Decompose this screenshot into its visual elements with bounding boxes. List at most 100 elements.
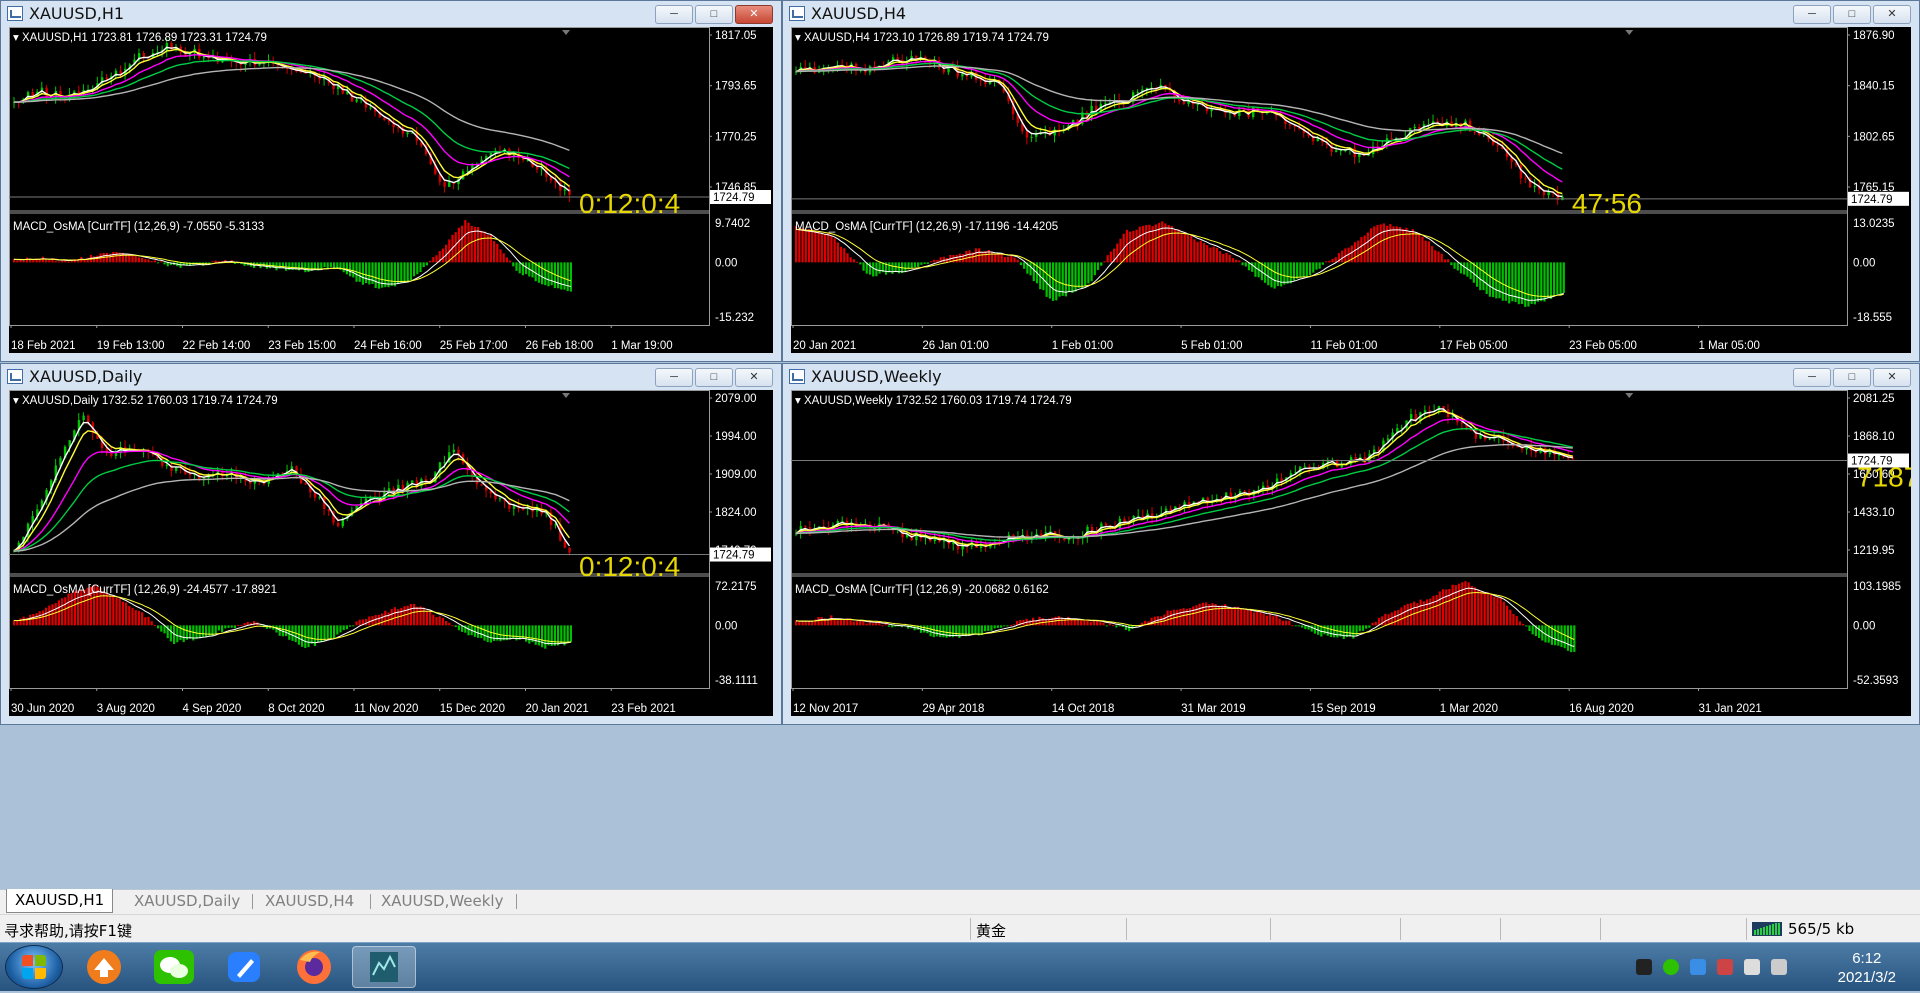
status-profile[interactable]: 黄金 <box>976 920 1006 941</box>
chart-header-ohlc: ▾ XAUUSD,H1 1723.81 1726.89 1723.31 1724… <box>13 32 267 44</box>
chart-window-weekly[interactable]: XAUUSD,Weekly ─ □ ✕ ▾ XAUUSD,Weekly 1732… <box>782 363 1920 725</box>
time-axis-label: 18 Feb 2021 <box>11 340 76 352</box>
time-axis-label: 1 Mar 2020 <box>1440 703 1498 715</box>
time-axis-label: 3 Aug 2020 <box>97 703 155 715</box>
chart-window-icon <box>789 6 805 21</box>
macd-scale-label: 0.00 <box>715 257 737 269</box>
close-button[interactable]: ✕ <box>1873 5 1911 24</box>
tab-xauusd-h4[interactable]: XAUUSD,H4 <box>257 890 362 912</box>
time-axis-label: 17 Feb 05:00 <box>1440 340 1508 352</box>
macd-scale-label: -15.232 <box>715 312 754 324</box>
tab-separator <box>252 894 253 909</box>
taskbar-firefox-icon[interactable] <box>282 946 346 988</box>
close-button[interactable]: ✕ <box>1873 368 1911 387</box>
time-axis-label: 16 Aug 2020 <box>1569 703 1634 715</box>
qq-tray-icon[interactable] <box>1636 959 1652 975</box>
clock-time: 6:12 <box>1852 950 1882 967</box>
price-scale-label: 1433.10 <box>1853 507 1895 519</box>
price-scale-label: 1802.65 <box>1853 131 1895 143</box>
macd-header: MACD_OsMA [CurrTF] (12,26,9) -20.0682 0.… <box>795 584 1049 596</box>
price-scale-label: 1994.00 <box>715 431 757 443</box>
window-titlebar[interactable]: XAUUSD,H4 ─ □ ✕ <box>783 1 1919 27</box>
chart-window-h4[interactable]: XAUUSD,H4 ─ □ ✕ ▾ XAUUSD,H4 1723.10 1726… <box>782 0 1920 362</box>
tab-xauusd-h1[interactable]: XAUUSD,H1 <box>6 889 114 913</box>
bar-countdown-timer: 47:56 <box>1572 188 1642 219</box>
taskbar-mt4-terminal-icon[interactable] <box>352 946 416 988</box>
macd-scale-label: 0.00 <box>1853 257 1875 269</box>
minimize-button[interactable]: ─ <box>1793 368 1831 387</box>
chart-window-icon <box>7 6 23 21</box>
window-titlebar[interactable]: XAUUSD,Daily ─ □ ✕ <box>1 364 781 390</box>
signal-tray-icon[interactable] <box>1771 959 1787 975</box>
minimize-button[interactable]: ─ <box>655 368 693 387</box>
price-scale-label: 1770.25 <box>715 131 757 143</box>
maximize-button[interactable]: □ <box>1833 368 1871 387</box>
tab-separator <box>370 894 371 909</box>
taskbar-feishu-icon[interactable] <box>212 946 276 988</box>
volume-tray-icon[interactable] <box>1744 959 1760 975</box>
taskbar-folder-app-icon[interactable] <box>72 946 136 988</box>
traffic-status: 565/5 kb <box>1788 920 1855 938</box>
current-price-label: 1724.79 <box>1851 194 1893 206</box>
time-axis-label: 23 Feb 2021 <box>611 703 676 715</box>
price-scale-label: 1219.95 <box>1853 545 1895 557</box>
macd-scale-label: 72.2175 <box>715 581 757 593</box>
time-axis-label: 1 Feb 01:00 <box>1052 340 1113 352</box>
tab-xauusd-weekly[interactable]: XAUUSD,Weekly <box>373 890 511 912</box>
chart-area[interactable]: ▾ XAUUSD,Weekly 1732.52 1760.03 1719.74 … <box>791 390 1911 716</box>
start-orb-button[interactable] <box>6 946 62 988</box>
time-axis-label: 29 Apr 2018 <box>922 703 984 715</box>
time-axis-label: 11 Nov 2020 <box>354 703 418 715</box>
tab-separator <box>516 894 517 909</box>
time-axis-label: 23 Feb 15:00 <box>268 340 336 352</box>
close-button[interactable]: ✕ <box>735 5 773 24</box>
macd-scale-label: 13.0235 <box>1853 218 1895 230</box>
macd-header: MACD_OsMA [CurrTF] (12,26,9) -7.0550 -5.… <box>13 221 264 233</box>
security-tray-icon[interactable] <box>1690 959 1706 975</box>
connection-status-icon <box>1752 922 1782 936</box>
price-scale-label: 1817.05 <box>715 30 757 42</box>
time-axis-label: 11 Feb 01:00 <box>1310 340 1377 352</box>
maximize-button[interactable]: □ <box>695 368 733 387</box>
window-titlebar[interactable]: XAUUSD,H1 ─ □ ✕ <box>1 1 781 27</box>
time-axis-label: 31 Mar 2019 <box>1181 703 1246 715</box>
bar-countdown-timer: 7187:56 <box>1857 462 1911 493</box>
time-axis-label: 15 Dec 2020 <box>440 703 505 715</box>
maximize-button[interactable]: □ <box>1833 5 1871 24</box>
window-titlebar[interactable]: XAUUSD,Weekly ─ □ ✕ <box>783 364 1919 390</box>
chart-area[interactable]: ▾ XAUUSD,Daily 1732.52 1760.03 1719.74 1… <box>9 390 773 716</box>
window-title: XAUUSD,H1 <box>29 4 125 23</box>
close-button[interactable]: ✕ <box>735 368 773 387</box>
minimize-button[interactable]: ─ <box>1793 5 1831 24</box>
macd-scale-label: 103.1985 <box>1853 581 1901 593</box>
taskbar-wechat-icon[interactable] <box>142 946 206 988</box>
chart-header-ohlc: ▾ XAUUSD,Daily 1732.52 1760.03 1719.74 1… <box>13 395 278 407</box>
windows-taskbar: 6:12 2021/3/2 <box>0 942 1920 991</box>
chart-window-icon <box>7 369 23 384</box>
time-axis-label: 19 Feb 13:00 <box>97 340 165 352</box>
price-scale-label: 1840.15 <box>1853 81 1895 93</box>
time-axis-label: 22 Feb 14:00 <box>183 340 251 352</box>
network-tray-icon[interactable] <box>1717 959 1733 975</box>
time-axis-label: 26 Feb 18:00 <box>526 340 594 352</box>
chart-header-ohlc: ▾ XAUUSD,H4 1723.10 1726.89 1719.74 1724… <box>795 32 1049 44</box>
time-axis-label: 15 Sep 2019 <box>1310 703 1375 715</box>
chart-window-daily[interactable]: XAUUSD,Daily ─ □ ✕ ▾ XAUUSD,Daily 1732.5… <box>0 363 782 725</box>
chart-window-h1[interactable]: XAUUSD,H1 ─ □ ✕ ▾ XAUUSD,H1 1723.81 1726… <box>0 0 782 362</box>
minimize-button[interactable]: ─ <box>655 5 693 24</box>
price-scale-label: 2079.00 <box>715 393 757 405</box>
tab-xauusd-daily[interactable]: XAUUSD,Daily <box>126 890 248 912</box>
window-title: XAUUSD,H4 <box>811 4 907 23</box>
price-scale-label: 1793.65 <box>715 81 757 93</box>
system-clock[interactable]: 6:12 2021/3/2 <box>1838 949 1896 987</box>
chart-area[interactable]: ▾ XAUUSD,H1 1723.81 1726.89 1723.31 1724… <box>9 27 773 353</box>
time-axis-label: 20 Jan 2021 <box>793 340 856 352</box>
chart-area[interactable]: ▾ XAUUSD,H4 1723.10 1726.89 1719.74 1724… <box>791 27 1911 353</box>
time-axis-label: 4 Sep 2020 <box>183 703 242 715</box>
chart-header-ohlc: ▾ XAUUSD,Weekly 1732.52 1760.03 1719.74 … <box>795 395 1072 407</box>
wechat-tray-icon[interactable] <box>1663 959 1679 975</box>
maximize-button[interactable]: □ <box>695 5 733 24</box>
time-axis-label: 1 Mar 05:00 <box>1699 340 1760 352</box>
macd-header: MACD_OsMA [CurrTF] (12,26,9) -24.4577 -1… <box>13 584 277 596</box>
time-axis-label: 1 Mar 19:00 <box>611 340 672 352</box>
